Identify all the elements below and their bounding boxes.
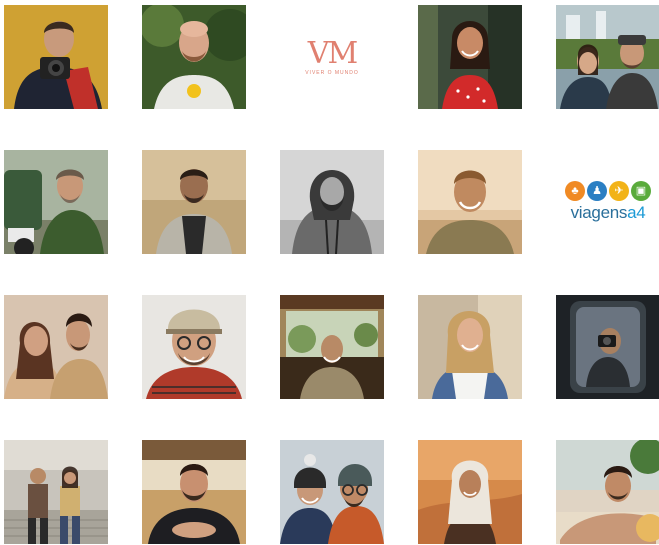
profile-photo-tile[interactable] (280, 440, 384, 544)
a4-text: a4 (627, 203, 646, 222)
profile-photo (142, 295, 246, 399)
profile-photo (4, 150, 108, 254)
palm-tree-icon: ♣ (565, 181, 585, 201)
profile-photo (142, 5, 246, 109)
profile-photo (4, 295, 108, 399)
profile-photo (418, 5, 522, 109)
profile-photo (556, 5, 659, 109)
profile-photo-tile[interactable] (418, 5, 522, 109)
profile-photo-tile[interactable] (142, 150, 246, 254)
vm-logo-tagline: VIVER O MUNDO (305, 69, 359, 76)
profile-photo-tile[interactable] (142, 440, 246, 544)
viagens-text: viagens (570, 203, 628, 222)
profile-photo (280, 295, 384, 399)
airplane-icon: ✈ (609, 181, 629, 201)
profile-photo-tile[interactable] (418, 295, 522, 399)
influencer-grid: VM VIVER O MUNDO ♣ ♟ ✈ ▣ viagensa4 (0, 0, 659, 545)
profile-photo-tile[interactable] (418, 150, 522, 254)
viver-o-mundo-logo-tile[interactable]: VM VIVER O MUNDO (280, 5, 384, 109)
profile-photo-tile[interactable] (556, 5, 659, 109)
viagens-a4-logo-tile[interactable]: ♣ ♟ ✈ ▣ viagensa4 (556, 150, 659, 254)
viagens-a4-icon-row: ♣ ♟ ✈ ▣ (565, 181, 651, 201)
profile-photo (418, 440, 522, 544)
suitcase-icon: ▣ (631, 181, 651, 201)
profile-photo (4, 5, 108, 109)
viagens-a4-wordmark: viagensa4 (571, 203, 646, 223)
profile-photo-tile[interactable] (280, 150, 384, 254)
profile-photo-tile[interactable] (556, 295, 659, 399)
profile-photo-tile[interactable] (4, 5, 108, 109)
profile-photo (418, 150, 522, 254)
profile-photo-tile[interactable] (4, 440, 108, 544)
profile-photo (142, 440, 246, 544)
profile-photo (556, 440, 659, 544)
profile-photo-tile[interactable] (556, 440, 659, 544)
profile-photo (280, 150, 384, 254)
family-icon: ♟ (587, 181, 607, 201)
profile-photo-tile[interactable] (142, 295, 246, 399)
profile-photo-tile[interactable] (4, 150, 108, 254)
profile-photo-tile[interactable] (4, 295, 108, 399)
profile-photo-tile[interactable] (418, 440, 522, 544)
profile-photo (556, 295, 659, 399)
profile-photo (280, 440, 384, 544)
profile-photo-tile[interactable] (280, 295, 384, 399)
profile-photo (142, 150, 246, 254)
vm-logo-mark: VM (307, 35, 358, 71)
profile-photo-tile[interactable] (142, 5, 246, 109)
profile-photo (418, 295, 522, 399)
profile-photo (4, 440, 108, 544)
